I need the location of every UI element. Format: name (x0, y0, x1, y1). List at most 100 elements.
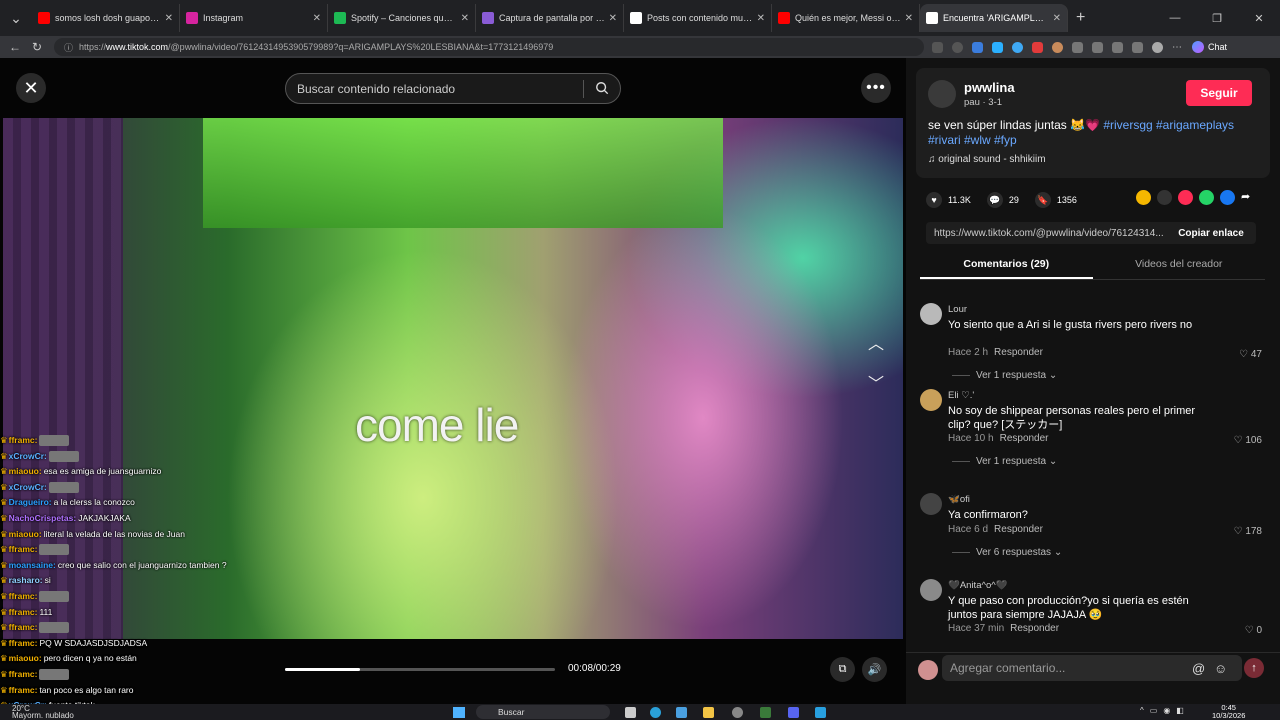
star-icon[interactable] (952, 41, 963, 53)
commenter-name[interactable]: 🦋ofi (948, 494, 970, 505)
reply-button[interactable]: Responder (1000, 433, 1049, 444)
browser-tab[interactable]: Instagram ✕ (180, 4, 328, 32)
browser-tab[interactable]: Encuentra 'ARIGAMPLAYS LE ✕ (920, 4, 1068, 32)
video-progress-bar[interactable] (285, 668, 555, 671)
file-explorer-icon[interactable] (703, 707, 714, 718)
profile-avatar[interactable] (1152, 41, 1163, 53)
pip-icon[interactable]: ⧉ (830, 657, 855, 682)
app-icon[interactable] (815, 707, 826, 718)
system-tray-icons[interactable]: ^▭◉◧ (1140, 706, 1190, 715)
taskbar-clock[interactable]: 0:45 10/3/2026 (1212, 704, 1245, 720)
search-icon[interactable] (595, 81, 609, 95)
comment-like-button[interactable]: ♡ 47 (1239, 349, 1262, 360)
maximize-icon[interactable]: ❐ (1196, 12, 1238, 25)
tab-close-icon[interactable]: ✕ (165, 13, 173, 24)
weather-widget[interactable]: 20°C Mayorm. nublado (12, 705, 74, 720)
tab-close-icon[interactable]: ✕ (757, 13, 765, 24)
copy-link-button[interactable]: Copiar enlace (1166, 228, 1256, 239)
windows-start-icon[interactable] (453, 707, 465, 718)
post-sound[interactable]: ♫ original sound - shhikiim (928, 154, 1046, 165)
extension-icon[interactable] (972, 41, 983, 53)
new-tab-plus-icon[interactable]: + (1076, 9, 1085, 27)
commenter-name[interactable]: Eli ♡.' (948, 390, 974, 401)
save-button[interactable]: 🔖 1356 (1034, 192, 1077, 208)
extension-icon[interactable] (1012, 41, 1023, 53)
back-arrow-icon[interactable]: ← (4, 40, 26, 54)
discord-icon[interactable] (788, 707, 799, 718)
view-replies-button[interactable]: Ver 1 respuesta ⌄ (952, 370, 1057, 381)
browser-tab[interactable]: Spotify – Canciones que te gustan ✕ (328, 4, 476, 32)
emoji-icon[interactable]: ☺ (1214, 661, 1227, 676)
app-icon[interactable] (760, 707, 771, 718)
send-arrow-icon[interactable]: ↑ (1244, 658, 1264, 678)
author-name[interactable]: pwwlina (964, 80, 1015, 95)
commenter-avatar[interactable] (920, 303, 942, 325)
comment-like-button[interactable]: ♡ 0 (1245, 625, 1262, 636)
facebook-icon[interactable] (1220, 190, 1235, 205)
edge-icon[interactable] (650, 707, 661, 718)
comment-like-button[interactable]: ♡ 178 (1234, 526, 1262, 537)
translate-icon[interactable] (932, 41, 943, 53)
browser-tab[interactable]: Captura de pantalla por Lightshot ✕ (476, 4, 624, 32)
favorites-icon[interactable] (1112, 41, 1123, 53)
taskbar-search[interactable]: Buscar (476, 705, 610, 719)
close-window-icon[interactable]: ✕ (1238, 12, 1280, 25)
reply-button[interactable]: Responder (1010, 623, 1059, 634)
collections-icon[interactable] (1132, 41, 1143, 53)
mention-at-icon[interactable]: @ (1192, 661, 1205, 676)
next-video-chevron-down-icon[interactable]: ﹀ (864, 370, 888, 394)
commenter-name[interactable]: 🖤Anita^o^🖤 (948, 580, 1008, 591)
tab-comments[interactable]: Comentarios (29) (920, 256, 1093, 279)
tab-close-icon[interactable]: ✕ (313, 13, 321, 24)
reply-button[interactable]: Responder (994, 347, 1043, 358)
browser-tab[interactable]: Quién es mejor, Messi o tú - Cristi ✕ (772, 4, 920, 32)
minimize-icon[interactable]: — (1154, 12, 1196, 24)
volume-icon[interactable]: 🔊 (862, 657, 887, 682)
share-arrow-icon[interactable]: ➦ (1241, 190, 1256, 205)
embed-code-icon[interactable] (1157, 190, 1172, 205)
commenter-avatar[interactable] (920, 579, 942, 601)
tab-close-icon[interactable]: ✕ (609, 13, 617, 24)
close-icon[interactable]: ✕ (16, 73, 46, 103)
more-options-icon[interactable]: ••• (861, 73, 891, 103)
extension-icon[interactable] (992, 41, 1003, 53)
browser-tab[interactable]: Posts con contenido multimedia d ✕ (624, 4, 772, 32)
commenter-avatar[interactable] (920, 389, 942, 411)
reload-icon[interactable]: ↻ (26, 40, 48, 54)
tab-close-icon[interactable]: ✕ (461, 13, 469, 24)
puzzle-icon[interactable] (1072, 41, 1083, 53)
share-send-icon[interactable] (1178, 190, 1193, 205)
whatsapp-icon[interactable] (1199, 190, 1214, 205)
url-field[interactable]: ⓘ https://www.tiktok.com/@pwwlina/video/… (54, 38, 924, 56)
split-screen-icon[interactable] (1092, 41, 1103, 53)
comments-button[interactable]: 💬 29 (986, 192, 1019, 208)
commenter-avatar[interactable] (920, 493, 942, 515)
tab-creator-videos[interactable]: Videos del creador (1093, 256, 1266, 279)
extension-icon[interactable] (1032, 41, 1043, 53)
comment-input[interactable]: Agregar comentario... @ ☺ (942, 655, 1242, 681)
tab-list-chevron-icon[interactable]: ⌄ (4, 6, 28, 30)
tab-close-icon[interactable]: ✕ (905, 13, 913, 24)
comment-like-button[interactable]: ♡ 106 (1234, 435, 1262, 446)
like-button[interactable]: ♥ 11.3K (926, 192, 971, 208)
site-info-icon[interactable]: ⓘ (64, 41, 73, 54)
task-view-icon[interactable] (625, 707, 636, 718)
share-link-url[interactable]: https://www.tiktok.com/@pwwlina/video/76… (926, 228, 1166, 239)
copilot-chat-button[interactable]: Chat (1192, 41, 1227, 53)
chat-message: ♛NachoCrispetas: JAKJAKJAKA (0, 511, 300, 527)
store-icon[interactable] (676, 707, 687, 718)
browser-tab[interactable]: somos losh dosh guapos 😍😂 Sh ✕ (32, 4, 180, 32)
view-replies-button[interactable]: Ver 1 respuesta ⌄ (952, 456, 1057, 467)
extension-icon[interactable] (1052, 41, 1063, 53)
more-menu-icon[interactable]: ⋯ (1172, 42, 1182, 53)
tab-close-icon[interactable]: ✕ (1053, 13, 1061, 24)
previous-video-chevron-up-icon[interactable]: ︿ (864, 330, 888, 354)
share-coin-icon[interactable] (1136, 190, 1151, 205)
view-replies-button[interactable]: Ver 6 respuestas ⌄ (952, 547, 1062, 558)
search-input[interactable]: Buscar contenido relacionado (285, 73, 621, 104)
author-avatar[interactable] (928, 80, 956, 108)
follow-button[interactable]: Seguir (1186, 80, 1252, 106)
reply-button[interactable]: Responder (994, 524, 1043, 535)
chrome-icon[interactable] (732, 707, 743, 718)
commenter-name[interactable]: Lour (948, 304, 967, 315)
